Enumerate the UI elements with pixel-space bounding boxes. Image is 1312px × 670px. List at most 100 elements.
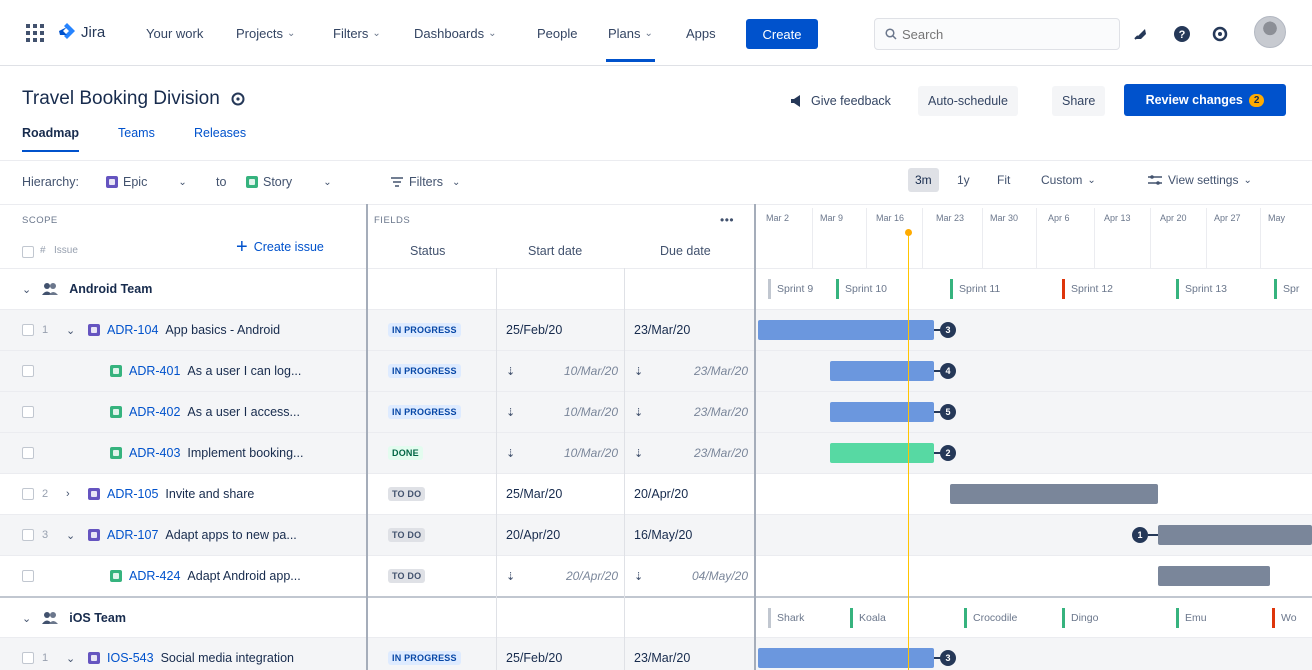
team-group-header[interactable]: ⌄ iOS Team — [22, 598, 126, 638]
chevron-down-icon[interactable]: ⌄ — [22, 283, 31, 296]
app-switcher-icon[interactable] — [26, 24, 44, 42]
issue-summary[interactable]: App basics - Android — [165, 323, 280, 337]
issue-summary[interactable]: Invite and share — [165, 487, 254, 501]
create-button[interactable]: Create — [746, 19, 818, 49]
start-date-value[interactable]: 25/Feb/20 — [506, 323, 562, 337]
sprint-marker[interactable]: Sprint 12 — [1056, 279, 1113, 299]
hierarchy-to-select[interactable]: Story ⌄ — [246, 171, 332, 193]
create-issue-button[interactable]: + Create issue — [236, 237, 324, 257]
due-date-value[interactable]: 23/Mar/20 — [694, 364, 748, 378]
dependency-badge[interactable]: 3 — [940, 322, 956, 338]
custom-range-select[interactable]: Custom ⌄ — [1034, 168, 1103, 192]
start-date-value[interactable]: 10/Mar/20 — [564, 405, 618, 419]
dependency-badge[interactable]: 2 — [940, 445, 956, 461]
sprint-marker[interactable]: Crocodile — [958, 608, 1017, 628]
status-lozenge[interactable]: TO DO — [388, 569, 426, 583]
start-date-value[interactable]: 10/Mar/20 — [564, 446, 618, 460]
table-row[interactable]: ADR-424 Adapt Android app... TO DO ⇣ 20/Apr/… — [0, 555, 1312, 596]
nav-your-work[interactable]: Your work — [146, 0, 203, 66]
issue-summary[interactable]: Adapt Android app... — [187, 569, 300, 583]
status-lozenge[interactable]: TO DO — [388, 487, 426, 501]
row-checkbox[interactable] — [22, 652, 34, 664]
start-date-value[interactable]: 20/Apr/20 — [566, 569, 618, 583]
status-lozenge[interactable]: IN PROGRESS — [388, 651, 461, 665]
start-date-value[interactable]: 10/Mar/20 — [564, 364, 618, 378]
dependency-badge[interactable]: 4 — [940, 363, 956, 379]
sprint-marker[interactable]: Sprint 11 — [944, 279, 1000, 299]
start-date-value[interactable]: 25/Mar/20 — [506, 487, 562, 501]
dependency-badge[interactable]: 5 — [940, 404, 956, 420]
due-date-value[interactable]: 23/Mar/20 — [694, 405, 748, 419]
dependency-badge[interactable]: 1 — [1132, 527, 1148, 543]
nav-plans[interactable]: Plans ⌄ — [606, 0, 655, 66]
nav-dashboards[interactable]: Dashboards ⌄ — [414, 0, 497, 66]
team-group-row[interactable]: ⌄ iOS Team Shark Koala Crocodile Dingo Emu Wo — [0, 596, 1312, 637]
fields-more-icon[interactable]: ••• — [720, 213, 734, 227]
status-lozenge[interactable]: TO DO — [388, 528, 426, 542]
sprint-marker[interactable]: Sprint 10 — [830, 279, 887, 299]
due-date-value[interactable]: 20/Apr/20 — [634, 487, 688, 501]
chevron-down-icon[interactable]: ⌄ — [22, 612, 31, 625]
issue-key-link[interactable]: ADR-424 — [129, 569, 180, 583]
timeline-bar[interactable] — [830, 443, 934, 463]
nav-filters[interactable]: Filters ⌄ — [333, 0, 381, 66]
issue-key-link[interactable]: ADR-105 — [107, 487, 158, 501]
sprint-marker[interactable]: Sprint 13 — [1170, 279, 1227, 299]
status-lozenge[interactable]: IN PROGRESS — [388, 405, 461, 419]
table-row[interactable]: 2 › ADR-105 Invite and share TO DO 25/Mar/20 2… — [0, 473, 1312, 514]
chevron-down-icon[interactable]: ⌄ — [66, 652, 75, 665]
table-row[interactable]: ADR-401 As a user I can log... IN PROGRESS… — [0, 350, 1312, 391]
row-checkbox[interactable] — [22, 447, 34, 459]
status-lozenge[interactable]: IN PROGRESS — [388, 323, 461, 337]
filters-button[interactable]: Filters ⌄ — [390, 171, 460, 193]
row-checkbox[interactable] — [22, 570, 34, 582]
issue-summary[interactable]: As a user I access... — [187, 405, 300, 419]
sprint-marker[interactable]: Wo — [1266, 608, 1297, 628]
timeline-bar[interactable] — [950, 484, 1158, 504]
chevron-right-icon[interactable]: › — [66, 488, 70, 500]
issue-key-link[interactable]: ADR-403 — [129, 446, 180, 460]
issue-key-link[interactable]: ADR-401 — [129, 364, 180, 378]
start-date-value[interactable]: 25/Feb/20 — [506, 651, 562, 665]
review-changes-button[interactable]: Review changes 2 — [1124, 84, 1286, 116]
help-icon[interactable]: ? — [1172, 24, 1192, 44]
issue-summary[interactable]: Implement booking... — [187, 446, 303, 460]
sprint-marker[interactable]: Shark — [762, 608, 804, 628]
start-date-value[interactable]: 20/Apr/20 — [506, 528, 560, 542]
scope-fields-divider[interactable] — [366, 204, 368, 670]
tab-roadmap[interactable]: Roadmap — [22, 126, 79, 152]
sprint-marker[interactable]: Koala — [844, 608, 886, 628]
due-date-value[interactable]: 16/May/20 — [634, 528, 692, 542]
row-checkbox[interactable] — [22, 488, 34, 500]
status-column-header[interactable]: Status — [410, 244, 445, 258]
issue-summary[interactable]: As a user I can log... — [187, 364, 301, 378]
timeline-bar[interactable] — [1158, 525, 1312, 545]
fields-timeline-divider[interactable] — [754, 204, 756, 670]
timeline-bar[interactable] — [830, 402, 934, 422]
team-group-header[interactable]: ⌄ Android Team — [22, 269, 152, 309]
issue-key-link[interactable]: ADR-402 — [129, 405, 180, 419]
issue-key-link[interactable]: ADR-107 — [107, 528, 158, 542]
sprint-marker[interactable]: Sprint 9 — [762, 279, 813, 299]
due-date-column-header[interactable]: Due date — [660, 244, 711, 258]
zoom-fit-button[interactable]: Fit — [990, 168, 1017, 192]
issue-summary[interactable]: Adapt apps to new pa... — [165, 528, 296, 542]
sprint-marker[interactable]: Emu — [1170, 608, 1207, 628]
due-date-value[interactable]: 04/May/20 — [692, 569, 748, 583]
nav-people[interactable]: People — [537, 0, 577, 66]
table-row[interactable]: 1 ⌄ ADR-104 App basics - Android IN PROGRESS… — [0, 309, 1312, 350]
sprint-marker[interactable]: Dingo — [1056, 608, 1098, 628]
auto-schedule-button[interactable]: Auto-schedule — [918, 86, 1018, 116]
timeline-bar[interactable] — [1158, 566, 1270, 586]
sprint-marker[interactable]: Spr — [1268, 279, 1299, 299]
dependency-badge[interactable]: 3 — [940, 650, 956, 666]
due-date-value[interactable]: 23/Mar/20 — [634, 323, 690, 337]
nav-apps[interactable]: Apps — [686, 0, 716, 66]
tab-releases[interactable]: Releases — [194, 126, 246, 152]
table-row[interactable]: ADR-402 As a user I access... IN PROGRESS ⇣… — [0, 391, 1312, 432]
hierarchy-from-select[interactable]: Epic ⌄ — [106, 171, 187, 193]
row-checkbox[interactable] — [22, 406, 34, 418]
select-all-checkbox[interactable] — [22, 246, 34, 258]
chevron-down-icon[interactable]: ⌄ — [66, 324, 75, 337]
row-checkbox[interactable] — [22, 324, 34, 336]
